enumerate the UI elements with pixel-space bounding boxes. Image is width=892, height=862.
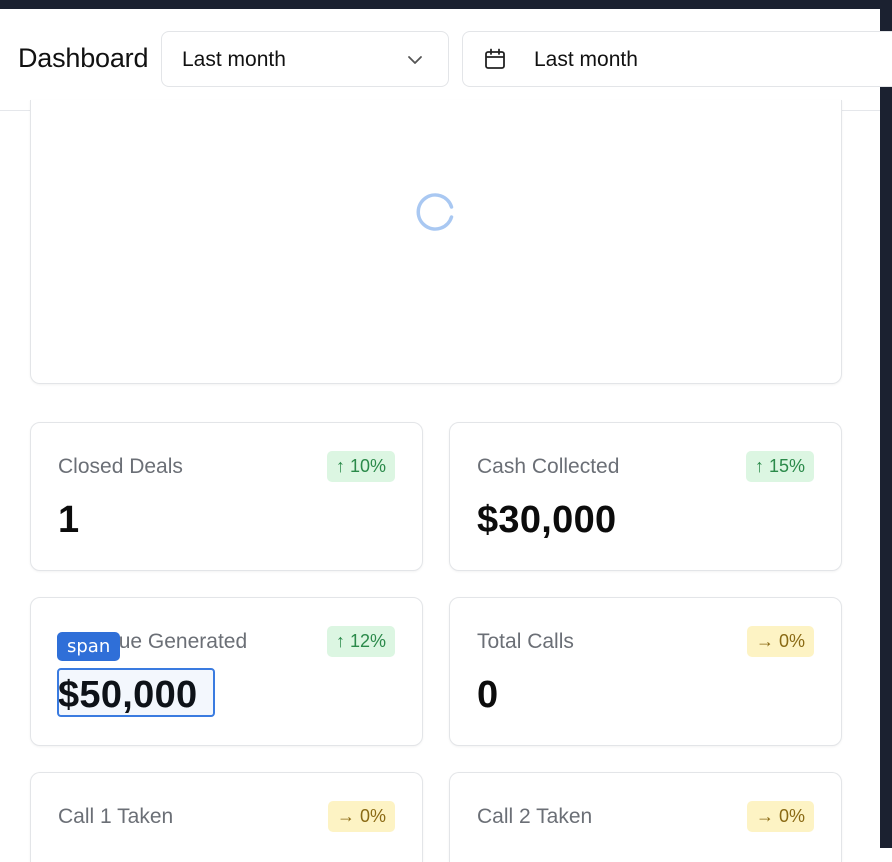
metric-value: 0: [477, 674, 499, 716]
metric-card-revenue-generated: Revenue Generated ↑ 12% $50,000 span: [30, 597, 423, 746]
dashboard-header: Dashboard Last month Last month: [0, 9, 892, 111]
metric-card-call-2-taken: Call 2 Taken → 0%: [449, 772, 842, 862]
trend-badge: → 0%: [746, 626, 814, 657]
metric-label: Cash Collected: [477, 455, 620, 478]
trend-badge: ↑ 12%: [326, 626, 395, 657]
trend-badge: → 0%: [746, 801, 814, 832]
page-title: Dashboard: [18, 43, 149, 73]
metric-value: $50,000: [58, 674, 198, 716]
trend-badge: ↑ 15%: [745, 451, 814, 482]
window-right-edge: [880, 9, 892, 848]
metric-card-closed-deals: Closed Deals ↑ 10% 1: [30, 422, 423, 571]
metric-card-cash-collected: Cash Collected ↑ 15% $30,000: [449, 422, 842, 571]
metric-card-call-1-taken: Call 1 Taken → 0%: [30, 772, 423, 862]
chart-loading-card: [30, 100, 842, 384]
period-select-value: Last month: [182, 48, 286, 71]
element-inspector-tag: span: [57, 632, 121, 661]
date-range-picker[interactable]: Last month: [462, 31, 892, 87]
metric-value: $30,000: [477, 499, 617, 541]
trend-badge: ↑ 10%: [326, 451, 395, 482]
date-range-value: Last month: [534, 48, 638, 71]
loading-spinner-icon: [416, 193, 454, 231]
metric-card-total-calls: Total Calls → 0% 0: [449, 597, 842, 746]
calendar-icon: [485, 48, 505, 69]
metric-label: Call 2 Taken: [477, 805, 593, 828]
metric-label: Closed Deals: [58, 455, 183, 478]
trend-badge: → 0%: [327, 801, 395, 832]
period-select[interactable]: Last month: [161, 31, 449, 87]
window-top-bar: [0, 0, 892, 9]
chevron-down-icon: [408, 56, 422, 64]
metric-label: Call 1 Taken: [58, 805, 174, 828]
metric-label: Total Calls: [477, 630, 574, 653]
metric-value: 1: [58, 499, 80, 541]
